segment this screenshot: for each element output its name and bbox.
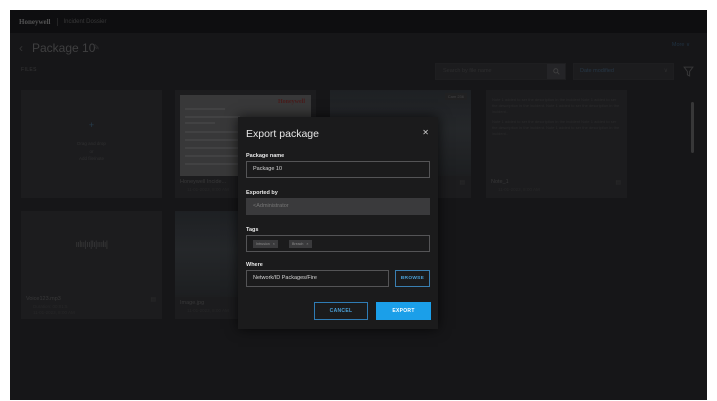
tag-label: Intrusion [256,242,270,246]
tag-chip[interactable]: Intrusion × [253,240,278,248]
tags-label: Tags [246,227,259,233]
dialog-title: Export package [246,128,319,140]
exported-by-field: <Administrator [246,198,430,215]
close-icon[interactable]: ✕ [422,128,429,137]
app-window: Honeywell Incident Dossier ‹ Package 10 … [10,10,707,400]
tag-label: Breach [292,242,304,246]
remove-tag-icon[interactable]: × [306,242,308,246]
browse-button[interactable]: BROWSE [395,270,430,287]
where-label: Where [246,262,263,268]
package-name-input[interactable]: Package 10 [246,161,430,178]
export-package-dialog: Export package ✕ Package name Package 10… [238,117,438,329]
remove-tag-icon[interactable]: × [273,242,275,246]
exported-by-label: Exported by [246,190,278,196]
cancel-button[interactable]: CANCEL [314,302,368,320]
exported-by-value: <Administrator [253,203,289,209]
tag-chip[interactable]: Breach × [289,240,312,248]
package-name-value: Package 10 [253,166,283,172]
tags-input[interactable]: Intrusion × Breach × [246,235,430,252]
where-value: Network/ID Packages/Fire [253,275,317,281]
where-input[interactable]: Network/ID Packages/Fire [246,270,389,287]
package-name-label: Package name [246,153,285,159]
export-button[interactable]: EXPORT [376,302,431,320]
